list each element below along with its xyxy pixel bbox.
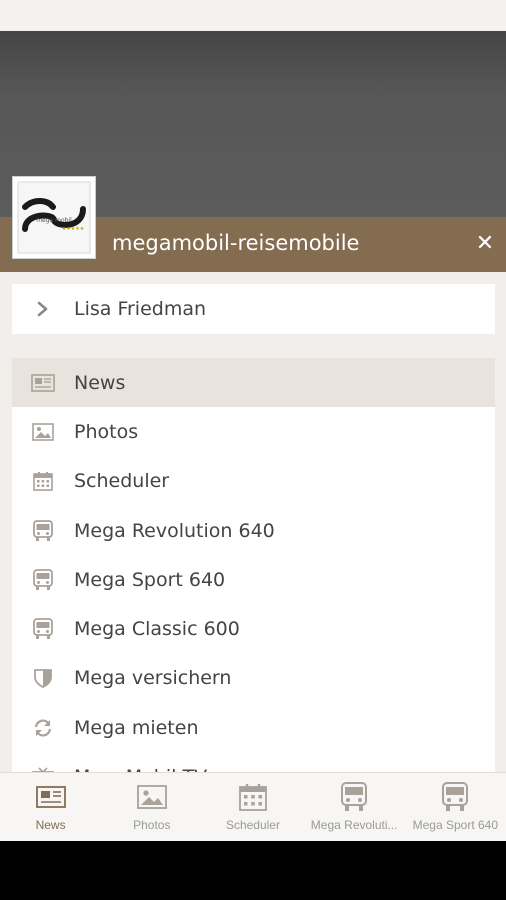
close-button[interactable]: ✕ [470, 229, 500, 259]
menu-item-mega-classic-600[interactable]: Mega Classic 600 [12, 604, 495, 653]
side-menu: News Photos Scheduler Mega Revolution 64… [12, 358, 495, 778]
menu-item-label: Scheduler [74, 470, 170, 493]
tab-label: Scheduler [225, 818, 280, 832]
app-title: megamobil-reisemobile [112, 231, 360, 255]
status-bar [0, 0, 506, 31]
menu-item-label: Photos [74, 420, 139, 443]
tab-mega-revolution[interactable]: Mega Revoluti... [304, 773, 405, 841]
user-profile-row[interactable]: Lisa Friedman [12, 284, 495, 334]
menu-item-mega-mieten[interactable]: Mega mieten [12, 703, 495, 752]
image-icon [136, 773, 167, 813]
logo-graphic: mega mobil ★★★★★ [13, 177, 95, 258]
calendar-icon [12, 471, 74, 492]
image-icon [12, 423, 74, 441]
refresh-icon [12, 718, 74, 738]
bus-icon [12, 519, 74, 542]
tab-label: Photos [133, 818, 171, 832]
menu-item-mega-revolution-640[interactable]: Mega Revolution 640 [12, 506, 495, 555]
tab-scheduler[interactable]: Scheduler [202, 773, 303, 841]
chevron-right-icon [12, 301, 74, 317]
close-icon: ✕ [475, 231, 495, 256]
system-nav-bar [0, 841, 506, 900]
bus-icon [442, 773, 469, 813]
tab-label: Mega Sport 640 [412, 818, 499, 832]
tab-photos[interactable]: Photos [101, 773, 202, 841]
menu-item-label: News [74, 371, 126, 394]
bus-icon [12, 618, 74, 640]
logo-wordmark: mega mobil [36, 217, 72, 224]
app-logo: mega mobil ★★★★★ [12, 176, 96, 259]
newspaper-icon [35, 773, 66, 813]
menu-item-news[interactable]: News [12, 358, 495, 408]
menu-item-label: Mega mieten [74, 716, 199, 739]
logo-stars: ★★★★★ [62, 226, 85, 232]
app-screen: megamobil-reisemobile ✕ mega mobil ★★★★★… [0, 31, 506, 841]
bus-icon [12, 568, 74, 591]
menu-item-label: Mega Classic 600 [74, 618, 240, 641]
newspaper-icon [12, 373, 74, 392]
tab-news[interactable]: News [0, 773, 101, 841]
bottom-tab-bar: News Photos Scheduler Mega Revoluti... M… [0, 772, 506, 841]
tab-label: News [35, 818, 66, 832]
calendar-icon [239, 773, 267, 813]
menu-item-photos[interactable]: Photos [12, 407, 495, 456]
menu-item-mega-versichern[interactable]: Mega versichern [12, 654, 495, 703]
menu-item-mega-sport-640[interactable]: Mega Sport 640 [12, 555, 495, 604]
menu-item-label: Mega Revolution 640 [74, 519, 275, 542]
tab-label: Mega Revoluti... [310, 818, 398, 832]
menu-item-scheduler[interactable]: Scheduler [12, 457, 495, 506]
tab-mega-sport-640[interactable]: Mega Sport 640 [405, 773, 506, 841]
shield-icon [12, 668, 74, 689]
user-name: Lisa Friedman [74, 298, 207, 320]
menu-item-label: Mega versichern [74, 667, 232, 690]
bus-icon [341, 773, 368, 813]
menu-item-label: Mega Sport 640 [74, 568, 226, 591]
